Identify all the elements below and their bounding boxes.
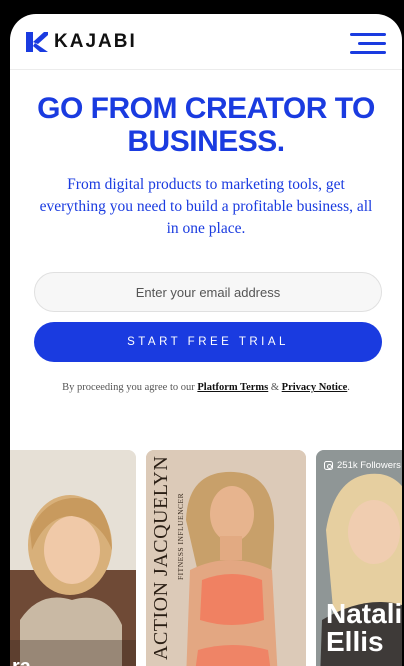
creator-card-3[interactable]: 251k Followers Natali Ellis — [316, 450, 402, 666]
followers-count: 251k Followers — [337, 460, 401, 471]
email-input[interactable] — [34, 272, 382, 312]
legal-notice: By proceeding you agree to our Platform … — [20, 382, 392, 393]
site-header: KAJABI — [10, 14, 402, 70]
creator-card-2[interactable]: ACTION JACQUELYN FITNESS INFLUENCER — [146, 450, 306, 666]
card-subtitle-vertical: FITNESS INFLUENCER — [176, 492, 185, 580]
privacy-notice-link[interactable]: Privacy Notice — [282, 382, 348, 393]
legal-suffix: . — [347, 382, 350, 393]
platform-terms-link[interactable]: Platform Terms — [197, 382, 268, 393]
followers-badge: 251k Followers — [324, 460, 401, 471]
card-title-vertical: ACTION JACQUELYN — [150, 455, 172, 660]
kajabi-logo[interactable]: KAJABI — [26, 31, 137, 53]
kajabi-logo-icon — [26, 31, 48, 52]
legal-and: & — [268, 382, 282, 393]
device-frame: KAJABI GO FROM CREATOR TO BUSINESS. From… — [0, 0, 404, 666]
creator-name-3: Natali Ellis — [326, 598, 402, 657]
hero-subtitle: From digital products to marketing tools… — [39, 176, 373, 237]
instagram-icon — [324, 461, 333, 470]
legal-prefix: By proceeding you agree to our — [62, 382, 198, 393]
hamburger-menu-icon[interactable] — [350, 31, 386, 55]
start-free-trial-button[interactable]: START FREE TRIAL — [34, 322, 382, 362]
creator-card-1[interactable]: ra — [10, 450, 136, 666]
creator-photo-1 — [10, 450, 136, 666]
hero-title: GO FROM CREATOR TO BUSINESS. — [37, 92, 375, 158]
creator-name-1: ra — [12, 656, 31, 666]
mobile-screen: KAJABI GO FROM CREATOR TO BUSINESS. From… — [10, 14, 402, 666]
brand-name: KAJABI — [54, 30, 137, 52]
